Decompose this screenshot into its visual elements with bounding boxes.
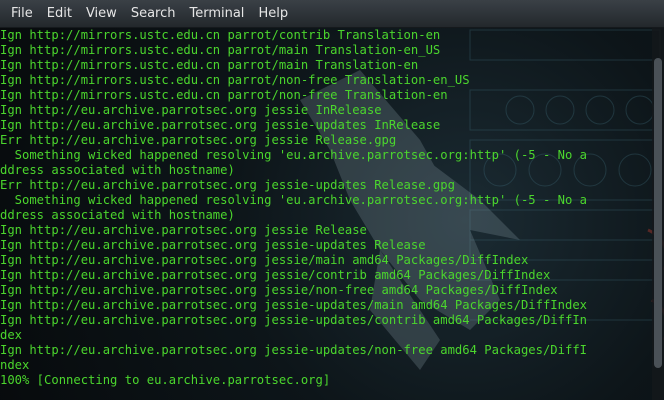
terminal-line: Err http://eu.archive.parrotsec.org jess… (0, 178, 455, 192)
terminal-line: 100% [Connecting to eu.archive.parrotsec… (0, 373, 331, 387)
terminal-line: Ign http://mirrors.ustc.edu.cn parrot/no… (0, 88, 448, 102)
terminal-line: Ign http://eu.archive.parrotsec.org jess… (0, 298, 587, 312)
terminal-window: File Edit View Search Terminal Help Ign … (0, 0, 664, 400)
menu-terminal[interactable]: Terminal (182, 0, 251, 28)
terminal-line: Ign http://eu.archive.parrotsec.org jess… (0, 283, 558, 297)
terminal-line: Err http://eu.archive.parrotsec.org jess… (0, 133, 397, 147)
terminal-line: Ign http://eu.archive.parrotsec.org jess… (0, 223, 367, 237)
menu-bar: File Edit View Search Terminal Help (0, 0, 664, 28)
terminal-line: ndex (0, 358, 30, 372)
terminal-line: Ign http://eu.archive.parrotsec.org jess… (0, 238, 426, 252)
terminal-line: Ign http://mirrors.ustc.edu.cn parrot/co… (0, 28, 441, 42)
scrollbar-thumb[interactable] (654, 58, 662, 368)
terminal-line: Ign http://eu.archive.parrotsec.org jess… (0, 268, 551, 282)
terminal-line: Ign http://eu.archive.parrotsec.org jess… (0, 313, 587, 327)
terminal-line: Ign http://eu.archive.parrotsec.org jess… (0, 103, 382, 117)
terminal-output[interactable]: Ign http://mirrors.ustc.edu.cn parrot/co… (0, 28, 652, 400)
terminal-line: Ign http://mirrors.ustc.edu.cn parrot/ma… (0, 58, 419, 72)
terminal-line: Something wicked happened resolving 'eu.… (0, 193, 587, 207)
terminal-scrollbar[interactable] (652, 28, 664, 400)
terminal-line: ddress associated with hostname) (0, 208, 235, 222)
menu-file[interactable]: File (4, 0, 40, 28)
terminal-line: Ign http://eu.archive.parrotsec.org jess… (0, 118, 441, 132)
terminal-line: Ign http://eu.archive.parrotsec.org jess… (0, 253, 529, 267)
terminal-line: Ign http://eu.archive.parrotsec.org jess… (0, 343, 587, 357)
menu-help[interactable]: Help (251, 0, 295, 28)
menu-view[interactable]: View (79, 0, 124, 28)
terminal-line: Ign http://mirrors.ustc.edu.cn parrot/ma… (0, 43, 441, 57)
terminal-line: ddress associated with hostname) (0, 163, 235, 177)
menu-search[interactable]: Search (124, 0, 183, 28)
terminal-line: Ign http://mirrors.ustc.edu.cn parrot/no… (0, 73, 470, 87)
terminal-line: Something wicked happened resolving 'eu.… (0, 148, 587, 162)
menu-edit[interactable]: Edit (40, 0, 79, 28)
terminal-line: dex (0, 328, 23, 342)
